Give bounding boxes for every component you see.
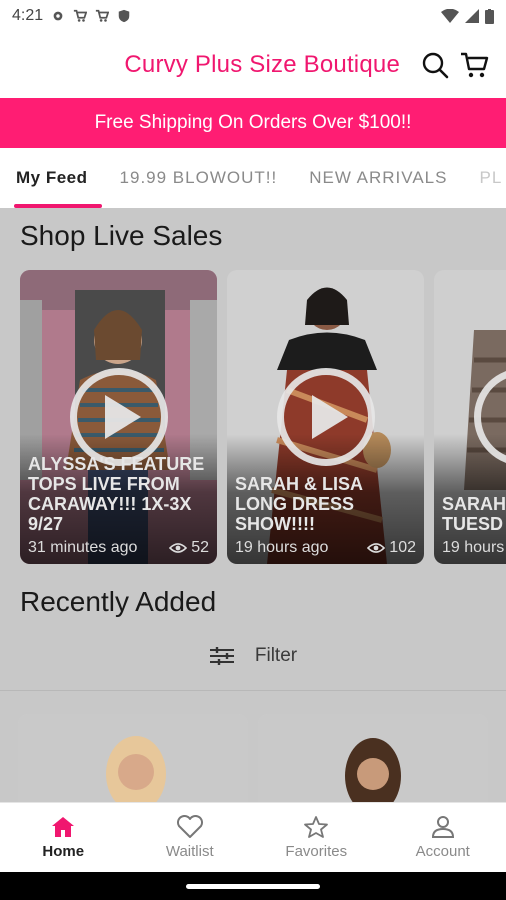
eye-icon bbox=[367, 543, 386, 553]
divider bbox=[0, 690, 506, 691]
recently-added-title: Recently Added bbox=[20, 586, 217, 617]
bottom-nav: Home Waitlist Favorites Account bbox=[0, 802, 506, 872]
cart-button[interactable] bbox=[458, 48, 492, 82]
shield-status-icon bbox=[118, 9, 130, 23]
filter-label: Filter bbox=[254, 645, 298, 666]
home-icon bbox=[52, 817, 75, 837]
product-image bbox=[258, 714, 488, 802]
live-sale-title: SARAH & TALKAT TUESD #1!!!! bbox=[442, 494, 506, 534]
live-sale-time: 19 hours ago bbox=[442, 539, 506, 556]
product-card[interactable] bbox=[258, 714, 488, 802]
live-sale-time: 31 minutes ago bbox=[28, 539, 138, 556]
cart-icon bbox=[461, 52, 489, 78]
nav-waitlist-label: Waitlist bbox=[165, 843, 214, 860]
nav-home-label: Home bbox=[42, 843, 85, 860]
cart-status-icon bbox=[74, 9, 88, 22]
heart-icon bbox=[176, 815, 203, 838]
signal-icon bbox=[465, 9, 479, 23]
eye-icon bbox=[169, 543, 188, 553]
live-sales-carousel[interactable]: ALYSSA'S FEATURE TOPS LIVE FROM CARAWAY!… bbox=[20, 270, 506, 564]
nav-favorites[interactable]: Favorites bbox=[253, 803, 380, 872]
category-tabs: My Feed 19.99 BLOWOUT!! NEW ARRIVALS PL bbox=[0, 148, 506, 208]
live-sales-title: Shop Live Sales bbox=[20, 220, 223, 251]
feed-content: Shop Live Sales ALYSSA'S FEATURE TOPS LI… bbox=[0, 208, 506, 802]
live-sale-card[interactable]: ALYSSA'S FEATURE TOPS LIVE FROM CARAWAY!… bbox=[20, 270, 217, 564]
battery-icon bbox=[485, 8, 494, 24]
live-sale-card[interactable]: SARAH & TALKAT TUESD #1!!!! 19 hours ago bbox=[434, 270, 506, 564]
live-sale-title: ALYSSA'S FEATURE TOPS LIVE FROM CARAWAY!… bbox=[28, 454, 205, 534]
status-time: 4:21 bbox=[12, 7, 44, 24]
settings-status-icon bbox=[53, 11, 63, 21]
live-sale-time: 19 hours ago bbox=[235, 539, 329, 556]
store-title: Curvy Plus Size Boutique bbox=[124, 51, 400, 78]
product-image bbox=[18, 714, 248, 802]
sliders-icon bbox=[209, 647, 234, 665]
wifi-icon bbox=[441, 9, 459, 23]
system-nav-bar bbox=[0, 872, 506, 900]
home-gesture-handle[interactable] bbox=[186, 883, 320, 889]
tab-new-arrivals[interactable]: NEW ARRIVALS bbox=[293, 148, 463, 208]
promo-banner[interactable]: Free Shipping On Orders Over $100!! bbox=[0, 98, 506, 148]
status-bar: 4:21 bbox=[0, 0, 506, 32]
tab-blowout[interactable]: 19.99 BLOWOUT!! bbox=[104, 148, 294, 208]
tab-partial[interactable]: PL bbox=[463, 148, 506, 208]
play-button[interactable] bbox=[69, 368, 168, 466]
filter-button[interactable]: Filter bbox=[0, 640, 506, 672]
play-icon bbox=[311, 395, 348, 439]
product-card[interactable] bbox=[18, 714, 248, 802]
live-sale-title: SARAH & LISA LONG DRESS SHOW!!!! bbox=[235, 474, 363, 534]
live-sale-views: 102 bbox=[389, 539, 416, 556]
live-sale-card[interactable]: SARAH & LISA LONG DRESS SHOW!!!! 19 hour… bbox=[227, 270, 424, 564]
nav-home[interactable]: Home bbox=[0, 803, 127, 872]
live-sale-views: 52 bbox=[191, 539, 209, 556]
nav-account[interactable]: Account bbox=[380, 803, 506, 872]
star-icon bbox=[304, 816, 329, 838]
search-button[interactable] bbox=[418, 48, 452, 82]
app-header: Curvy Plus Size Boutique bbox=[0, 32, 506, 98]
nav-account-label: Account bbox=[415, 843, 470, 860]
cart-status-icon-2 bbox=[96, 9, 110, 22]
promo-text: Free Shipping On Orders Over $100!! bbox=[94, 112, 412, 133]
nav-waitlist[interactable]: Waitlist bbox=[127, 803, 254, 872]
person-icon bbox=[431, 816, 454, 838]
play-icon bbox=[104, 395, 141, 439]
tab-my-feed[interactable]: My Feed bbox=[0, 148, 104, 208]
search-icon bbox=[422, 52, 449, 79]
play-button[interactable] bbox=[276, 368, 375, 466]
nav-favorites-label: Favorites bbox=[285, 843, 348, 860]
